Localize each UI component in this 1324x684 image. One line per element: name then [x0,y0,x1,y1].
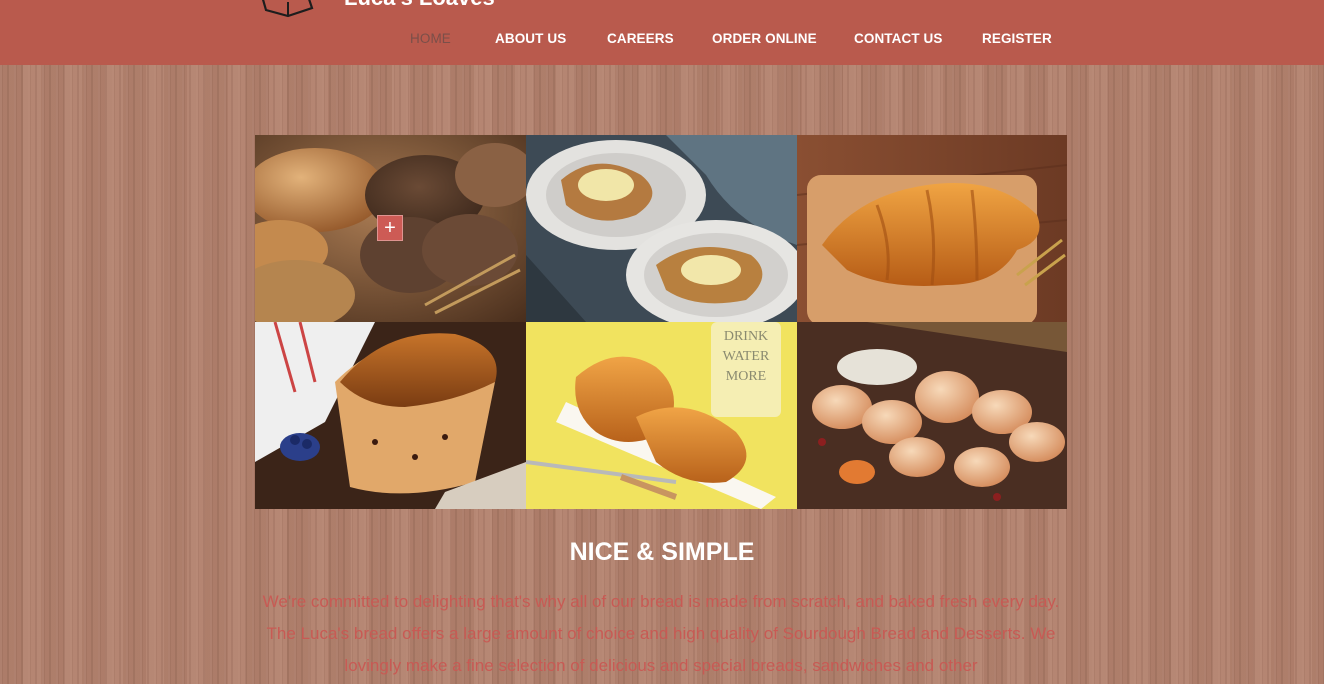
section-title: NICE & SIMPLE [569,538,755,566]
nav-contact-us[interactable]: CONTACT US [854,31,943,46]
gallery-tile-breads[interactable]: + [255,135,526,322]
croissants-photo: DRINK WATER MORE [526,322,797,509]
gallery-tile-danish[interactable] [526,135,797,322]
svg-text:WATER: WATER [723,349,770,364]
gallery-tile-croissants[interactable]: DRINK WATER MORE [526,322,797,509]
intro-paragraph: We're committed to delighting that's why… [262,592,1060,675]
nav-register[interactable]: REGISTER [982,31,1052,46]
nav-careers[interactable]: CAREERS [607,31,674,46]
svg-text:MORE: MORE [726,369,766,384]
gallery-tile-rolls[interactable] [797,322,1067,509]
site-header: Luca's Loaves HOME ABOUT US CAREERS ORDE… [0,0,1324,65]
nav-order-online[interactable]: ORDER ONLINE [712,31,817,46]
main-nav: HOME ABOUT US CAREERS ORDER ONLINE CONTA… [0,31,1324,51]
loaf-photo [255,322,526,509]
plus-icon: + [384,217,396,239]
gallery-tile-loaf[interactable] [255,322,526,509]
nav-home[interactable]: HOME [410,31,451,46]
rolls-photo [797,322,1067,509]
cup-label: DRINK [724,329,768,344]
bread-box-icon[interactable] [258,0,316,18]
brand-name[interactable]: Luca's Loaves [344,0,495,9]
nav-about-us[interactable]: ABOUT US [495,31,566,46]
gallery-tile-croissant[interactable] [797,135,1067,322]
product-gallery: + DRINK WATER MORE [255,135,1067,509]
croissant-photo [797,135,1067,322]
danish-photo [526,135,797,322]
zoom-plus-button[interactable]: + [377,215,403,241]
